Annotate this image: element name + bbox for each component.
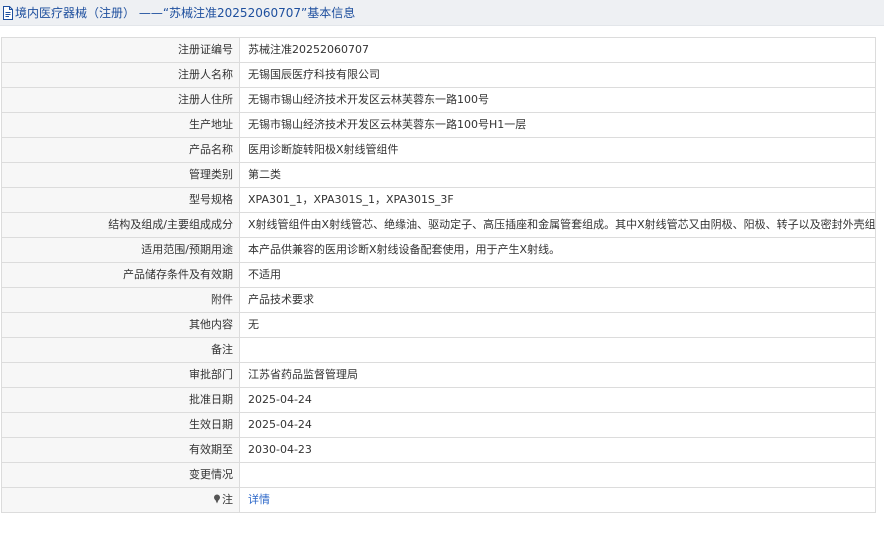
field-value-registrant-address: 无锡市锡山经济技术开发区云林芙蓉东一路100号 (239, 87, 876, 113)
field-value-management-category: 第二类 (239, 162, 876, 188)
field-value-registrant-name: 无锡国辰医疗科技有限公司 (239, 62, 876, 88)
table-row-storage-validity: 产品储存条件及有效期 不适用 (1, 262, 876, 288)
field-value-expiry-date: 2030-04-23 (239, 437, 876, 463)
table-row-production-address: 生产地址 无锡市锡山经济技术开发区云林芙蓉东一路100号H1一层 (1, 112, 876, 138)
field-value-other-content: 无 (239, 312, 876, 338)
field-value-model-spec: XPA301_1，XPA301S_1，XPA301S_3F (239, 187, 876, 213)
table-row-other-content: 其他内容无 (1, 312, 876, 338)
field-label-change-status: 变更情况 (1, 462, 240, 488)
field-label-other-content: 其他内容 (1, 312, 240, 338)
field-value-scope-of-use: 本产品供兼容的医用诊断X射线设备配套使用，用于产生X射线。 (239, 237, 876, 263)
field-label-storage-validity: 产品储存条件及有效期 (1, 262, 240, 288)
field-label-product-name: 产品名称 (1, 137, 240, 163)
field-value-storage-validity: 不适用 (239, 262, 876, 288)
field-value-approval-date: 2025-04-24 (239, 387, 876, 413)
table-row-structure-composition: 结构及组成/主要组成成分 X射线管组件由X射线管芯、绝缘油、驱动定子、高压插座和金… (1, 212, 876, 238)
field-label-approval-department: 审批部门 (1, 362, 240, 388)
table-row-approval-department: 审批部门 江苏省药品监督管理局 (1, 362, 876, 388)
field-value-registration-number: 苏械注准20252060707 (239, 37, 876, 63)
field-label-note: 注 (1, 487, 240, 513)
field-label-production-address: 生产地址 (1, 112, 240, 138)
field-value-attachment: 产品技术要求 (239, 287, 876, 313)
table-row-registrant-name: 注册人名称 无锡国辰医疗科技有限公司 (1, 62, 876, 88)
page-title: 境内医疗器械（注册） ——“苏械注准20252060707”基本信息 (15, 6, 356, 20)
field-value-production-address: 无锡市锡山经济技术开发区云林芙蓉东一路100号H1一层 (239, 112, 876, 138)
note-label: 注 (222, 493, 233, 506)
field-label-effective-date: 生效日期 (1, 412, 240, 438)
field-label-attachment: 附件 (1, 287, 240, 313)
table-row-approval-date: 批准日期 2025-04-24 (1, 387, 876, 413)
field-label-management-category: 管理类别 (1, 162, 240, 188)
field-label-scope-of-use: 适用范围/预期用途 (1, 237, 240, 263)
field-label-expiry-date: 有效期至 (1, 437, 240, 463)
table-row-model-spec: 型号规格 XPA301_1，XPA301S_1，XPA301S_3F (1, 187, 876, 213)
field-value-remarks (239, 337, 876, 363)
field-value-approval-department: 江苏省药品监督管理局 (239, 362, 876, 388)
page-header: 境内医疗器械（注册） ——“苏械注准20252060707”基本信息 (0, 0, 884, 26)
table-row-expiry-date: 有效期至 2030-04-23 (1, 437, 876, 463)
field-value-structure-composition: X射线管组件由X射线管芯、绝缘油、驱动定子、高压插座和金属管套组成。其中X射线管… (239, 212, 876, 238)
table-row-management-category: 管理类别 第二类 (1, 162, 876, 188)
table-row-change-status: 变更情况 (1, 462, 876, 488)
table-row-scope-of-use: 适用范围/预期用途 本产品供兼容的医用诊断X射线设备配套使用，用于产生X射线。 (1, 237, 876, 263)
table-row-note: 注 详情 (1, 487, 876, 513)
field-label-remarks: 备注 (1, 337, 240, 363)
document-icon (3, 5, 13, 20)
table-row-attachment: 附件 产品技术要求 (1, 287, 876, 313)
table-row-registrant-address: 注册人住所 无锡市锡山经济技术开发区云林芙蓉东一路100号 (1, 87, 876, 113)
field-value-note: 详情 (239, 487, 876, 513)
field-label-registrant-name: 注册人名称 (1, 62, 240, 88)
table-row-remarks: 备注 (1, 337, 876, 363)
table-row-product-name: 产品名称 医用诊断旋转阳极X射线管组件 (1, 137, 876, 163)
pin-icon (214, 494, 220, 504)
field-label-registration-number: 注册证编号 (1, 37, 240, 63)
field-value-change-status (239, 462, 876, 488)
field-value-product-name: 医用诊断旋转阳极X射线管组件 (239, 137, 876, 163)
basic-info-table: 注册证编号 苏械注准20252060707 注册人名称 无锡国辰医疗科技有限公司 注册人… (1, 37, 876, 513)
field-label-structure-composition: 结构及组成/主要组成成分 (1, 212, 240, 238)
details-link[interactable]: 详情 (248, 493, 270, 506)
field-label-model-spec: 型号规格 (1, 187, 240, 213)
field-label-approval-date: 批准日期 (1, 387, 240, 413)
table-row-registration-number: 注册证编号 苏械注准20252060707 (1, 37, 876, 63)
field-value-effective-date: 2025-04-24 (239, 412, 876, 438)
field-label-registrant-address: 注册人住所 (1, 87, 240, 113)
table-row-effective-date: 生效日期 2025-04-24 (1, 412, 876, 438)
